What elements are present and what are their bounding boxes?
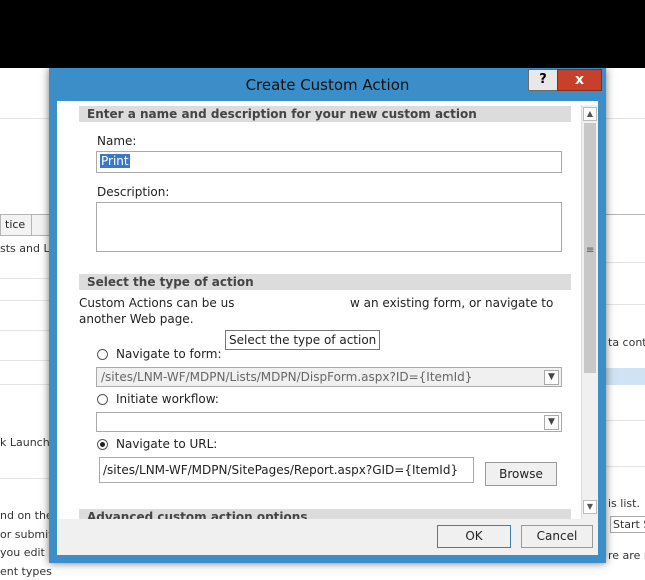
vertical-scrollbar[interactable]: ▲ ≡ ▼ <box>581 105 598 519</box>
close-button[interactable]: x <box>557 69 602 91</box>
navigate-form-value: /sites/LNM-WF/MDPN/Lists/MDPN/DispForm.a… <box>101 370 473 384</box>
background-text: ent types <box>0 565 52 578</box>
background-text: is list. <box>608 497 640 510</box>
intro-text-part1: Custom Actions can be us <box>79 296 235 310</box>
description-field[interactable] <box>96 202 562 252</box>
browse-button[interactable]: Browse <box>485 462 557 486</box>
scroll-up-icon[interactable]: ▲ <box>583 107 597 121</box>
dialog-title: Create Custom Action <box>245 76 410 94</box>
section-heading-type: Select the type of action <box>79 274 571 290</box>
navigate-form-label: Navigate to form: <box>116 347 222 361</box>
dialog-titlebar[interactable]: Create Custom Action ? x <box>49 68 606 102</box>
help-button[interactable]: ? <box>528 69 558 91</box>
dialog-footer: OK Cancel <box>57 519 598 555</box>
intro-text-line2: another Web page. <box>79 312 194 326</box>
cancel-button[interactable]: Cancel <box>521 525 593 548</box>
background-text: sts and Li <box>0 242 53 255</box>
description-label: Description: <box>97 185 170 199</box>
chevron-down-icon[interactable]: ▼ <box>544 370 559 385</box>
dialog-scroll-area[interactable]: Enter a name and description for your ne… <box>57 101 598 519</box>
dialog-client-area: Enter a name and description for your ne… <box>57 101 598 555</box>
background-text: ta cont <box>608 336 645 349</box>
grip-icon: ≡ <box>586 245 595 256</box>
initiate-workflow-label: Initiate workflow: <box>116 392 219 406</box>
navigate-url-label: Navigate to URL: <box>116 437 218 451</box>
navigate-url-radio[interactable] <box>97 439 108 450</box>
background-highlight-row <box>606 368 645 385</box>
initiate-workflow-select[interactable]: ▼ <box>96 412 562 432</box>
chevron-down-icon[interactable]: ▼ <box>544 415 559 430</box>
navigate-form-select[interactable]: /sites/LNM-WF/MDPN/Lists/MDPN/DispForm.a… <box>96 367 562 387</box>
intro-text-part2: w an existing form, or navigate to <box>350 296 554 310</box>
navigate-form-radio[interactable] <box>97 349 108 360</box>
name-label: Name: <box>97 134 137 148</box>
create-custom-action-dialog: Create Custom Action ? x Enter a name an… <box>49 68 606 563</box>
section-heading-advanced: Advanced custom action options <box>79 509 571 519</box>
section-heading-name: Enter a name and description for your ne… <box>79 106 571 122</box>
background-text: Start Se <box>610 516 645 533</box>
name-field[interactable]: Print <box>96 151 562 173</box>
initiate-workflow-radio[interactable] <box>97 394 108 405</box>
background-text: k Launch <box>0 436 50 449</box>
background-tab-icon[interactable] <box>31 214 51 236</box>
ok-button[interactable]: OK <box>437 525 511 548</box>
background-text: nd on the <box>0 509 53 522</box>
background-text: re are r <box>608 549 645 562</box>
scroll-down-icon[interactable]: ▼ <box>583 500 597 514</box>
tooltip: Select the type of action <box>225 330 381 350</box>
background-text: you edit a <box>0 546 56 559</box>
name-value: Print <box>100 154 130 168</box>
navigate-url-field[interactable]: /sites/LNM-WF/MDPN/SitePages/Report.aspx… <box>99 457 474 483</box>
